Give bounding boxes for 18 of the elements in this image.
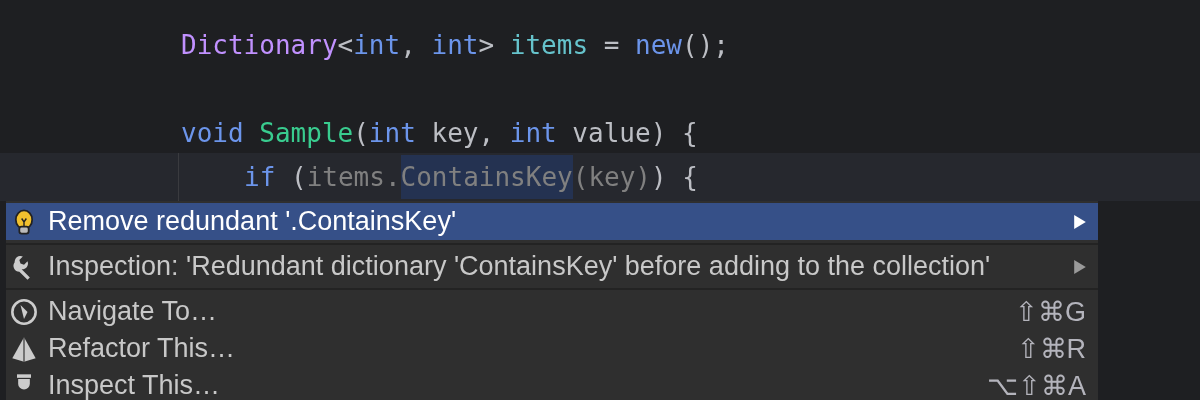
code-line: void Sample(int key, int value) { bbox=[181, 117, 698, 150]
code-line: Dictionary<int, int> items = new(); bbox=[181, 29, 729, 62]
menu-label: Inspection: 'Redundant dictionary 'ContainsKey' before adding to the collection' bbox=[48, 251, 992, 282]
menu-label: Remove redundant '.ContainsKey' bbox=[48, 206, 458, 237]
code-line: if (items.ContainsKey(key)) { bbox=[244, 155, 698, 199]
menu-item[interactable]: Navigate To… ⇧⌘G bbox=[6, 293, 1098, 330]
shortcut-label: ⇧⌘R bbox=[1016, 332, 1086, 365]
menu-item[interactable]: Inspect This… ⌥⇧⌘A bbox=[6, 367, 1098, 400]
pyramid-icon bbox=[10, 334, 38, 363]
menu-label: Navigate To… bbox=[48, 296, 219, 327]
menu-label: Inspect This… bbox=[48, 370, 222, 400]
menu-label: Refactor This… bbox=[48, 333, 237, 364]
menu-item[interactable]: Remove redundant '.ContainsKey' bbox=[6, 203, 1098, 240]
shortcut-label: ⇧⌘G bbox=[1015, 295, 1086, 328]
menu-item[interactable]: Refactor This… ⇧⌘R bbox=[6, 330, 1098, 367]
shortcut-label: ⌥⇧⌘A bbox=[987, 369, 1086, 400]
menu-item[interactable]: Inspection: 'Redundant dictionary 'ContainsKey' before adding to the collection' bbox=[6, 248, 1098, 285]
compass-icon bbox=[10, 297, 38, 326]
